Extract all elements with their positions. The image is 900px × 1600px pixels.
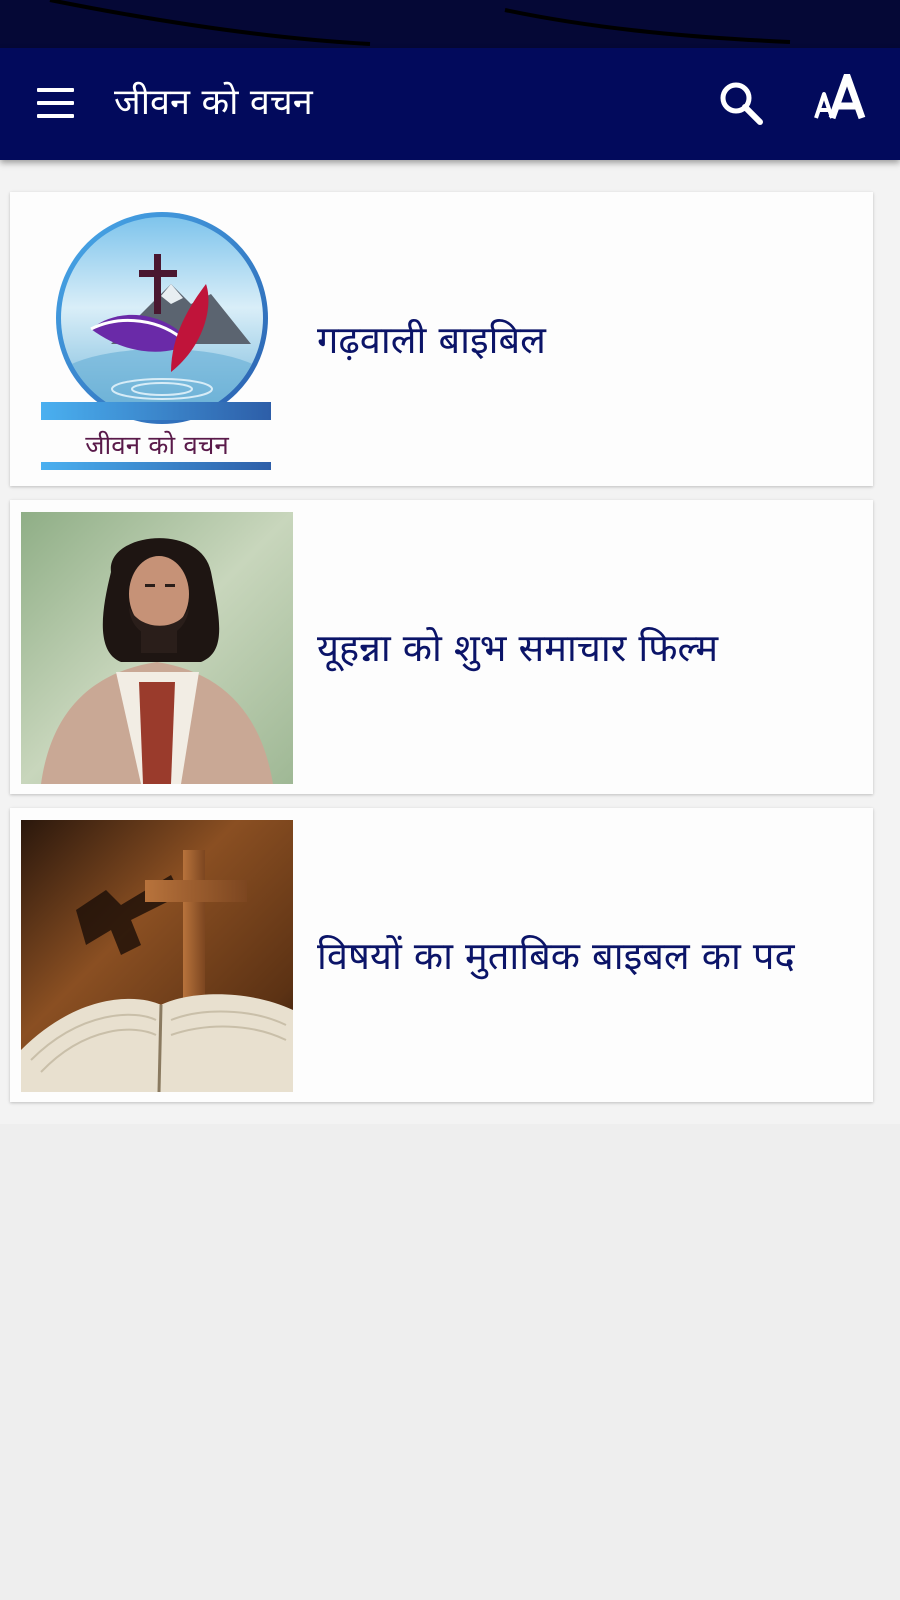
hamburger-menu-icon[interactable] bbox=[34, 84, 78, 124]
app-bar: जीवन को वचन bbox=[0, 48, 900, 160]
logo-caption: जीवन को वचन bbox=[85, 430, 229, 461]
jesus-portrait-image bbox=[21, 512, 293, 784]
logo-image: जीवन को वचन bbox=[21, 204, 293, 476]
list-item-label: विषयों का मुताबिक बाइबल का पद bbox=[317, 934, 795, 978]
font-size-icon[interactable] bbox=[814, 72, 872, 128]
list-item-topical-verses[interactable]: विषयों का मुताबिक बाइबल का पद bbox=[10, 808, 873, 1102]
list-item-garhwali-bible[interactable]: जीवन को वचन गढ़वाली बाइबिल bbox=[10, 192, 873, 486]
list-item-label: यूहन्ना को शुभ समाचार फिल्म bbox=[317, 626, 719, 670]
search-icon[interactable] bbox=[716, 78, 766, 128]
cross-bible-image bbox=[21, 820, 293, 1092]
list-item-john-gospel-film[interactable]: यूहन्ना को शुभ समाचार फिल्म bbox=[10, 500, 873, 794]
app-title: जीवन को वचन bbox=[114, 82, 313, 123]
list-item-label: गढ़वाली बाइबिल bbox=[317, 318, 546, 362]
content-list: जीवन को वचन गढ़वाली बाइबिल यूहन्ना को शु… bbox=[0, 160, 900, 1124]
status-bar-decoration bbox=[49, 0, 791, 46]
status-bar bbox=[0, 0, 900, 48]
